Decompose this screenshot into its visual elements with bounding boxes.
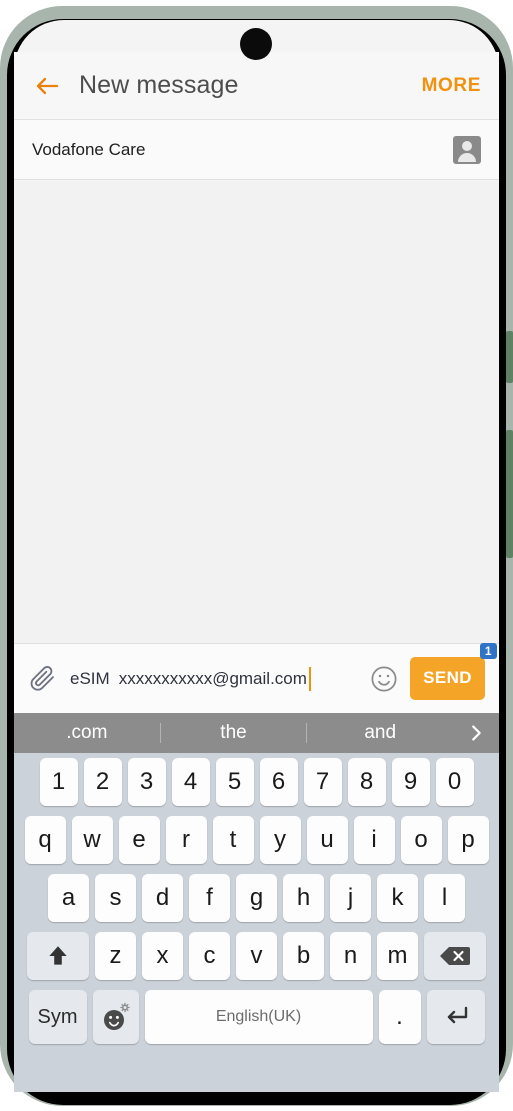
text-cursor xyxy=(308,666,311,691)
key-j[interactable]: j xyxy=(330,874,371,922)
keyboard-row-top: q w e r t y u i o p xyxy=(14,811,499,869)
compose-bar: eSIM xxxxxxxxxxx@gmail.com SEND 1 xyxy=(14,643,499,713)
key-9[interactable]: 9 xyxy=(391,758,430,806)
send-badge: 1 xyxy=(479,643,497,659)
message-text: xxxxxxxxxxx@gmail.com xyxy=(118,668,307,688)
key-a[interactable]: a xyxy=(48,874,89,922)
key-f[interactable]: f xyxy=(189,874,230,922)
key-c[interactable]: c xyxy=(189,932,230,980)
recipient-name: Vodafone Care xyxy=(32,139,146,159)
key-s[interactable]: s xyxy=(95,874,136,922)
sim-label: eSIM xyxy=(70,668,110,688)
conversation-body xyxy=(14,181,499,643)
key-o[interactable]: o xyxy=(400,816,442,864)
key-e[interactable]: e xyxy=(118,816,160,864)
key-m[interactable]: m xyxy=(377,932,418,980)
key-3[interactable]: 3 xyxy=(127,758,166,806)
key-d[interactable]: d xyxy=(142,874,183,922)
key-period[interactable]: . xyxy=(378,990,421,1044)
backspace-icon[interactable] xyxy=(424,932,486,980)
paperclip-icon[interactable] xyxy=(28,664,58,694)
key-7[interactable]: 7 xyxy=(303,758,342,806)
smiley-face-icon[interactable] xyxy=(369,664,399,694)
suggestion-0[interactable]: .com xyxy=(14,722,160,744)
message-input[interactable]: eSIM xxxxxxxxxxx@gmail.com xyxy=(70,666,363,691)
key-u[interactable]: u xyxy=(306,816,348,864)
keyboard-row-functions: Sym English(UK) . xyxy=(14,985,499,1049)
key-v[interactable]: v xyxy=(236,932,277,980)
key-g[interactable]: g xyxy=(236,874,277,922)
key-y[interactable]: y xyxy=(259,816,301,864)
key-r[interactable]: r xyxy=(165,816,207,864)
key-space[interactable]: English(UK) xyxy=(144,990,373,1044)
key-h[interactable]: h xyxy=(283,874,324,922)
key-n[interactable]: n xyxy=(330,932,371,980)
key-t[interactable]: t xyxy=(212,816,254,864)
emoji-settings-icon[interactable] xyxy=(92,990,139,1044)
suggestion-1[interactable]: the xyxy=(161,722,307,744)
key-sym[interactable]: Sym xyxy=(28,990,87,1044)
key-p[interactable]: p xyxy=(447,816,489,864)
key-i[interactable]: i xyxy=(353,816,395,864)
side-button-volume[interactable] xyxy=(506,331,513,383)
back-arrow-icon[interactable] xyxy=(32,71,62,101)
keyboard-row-home: a s d f g h j k l xyxy=(14,869,499,927)
key-z[interactable]: z xyxy=(95,932,136,980)
suggestion-2[interactable]: and xyxy=(307,722,453,744)
enter-return-icon[interactable] xyxy=(426,990,485,1044)
suggestion-bar: .com the and xyxy=(14,713,499,753)
more-button[interactable]: MORE xyxy=(422,75,481,97)
contact-person-icon[interactable] xyxy=(453,135,481,164)
key-b[interactable]: b xyxy=(283,932,324,980)
keyboard-row-bottom: z x c v b n m xyxy=(14,927,499,985)
front-camera-punch-hole xyxy=(240,28,272,60)
key-x[interactable]: x xyxy=(142,932,183,980)
key-w[interactable]: w xyxy=(71,816,113,864)
key-0[interactable]: 0 xyxy=(435,758,474,806)
send-button-label: SEND xyxy=(423,668,472,687)
shift-arrow-icon[interactable] xyxy=(27,932,89,980)
page-title: New message xyxy=(79,71,239,99)
send-button[interactable]: SEND 1 xyxy=(410,643,497,700)
key-8[interactable]: 8 xyxy=(347,758,386,806)
chevron-right-icon[interactable] xyxy=(453,722,499,744)
key-4[interactable]: 4 xyxy=(171,758,210,806)
key-q[interactable]: q xyxy=(24,816,66,864)
key-l[interactable]: l xyxy=(424,874,465,922)
keyboard-row-numbers: 1 2 3 4 5 6 7 8 9 0 xyxy=(14,753,499,811)
key-2[interactable]: 2 xyxy=(83,758,122,806)
key-5[interactable]: 5 xyxy=(215,758,254,806)
key-6[interactable]: 6 xyxy=(259,758,298,806)
on-screen-keyboard: .com the and 1 2 3 4 5 6 7 8 9 0 q w e r… xyxy=(14,713,499,1092)
recipient-row[interactable]: Vodafone Care xyxy=(14,120,499,180)
app-header: New message MORE xyxy=(14,52,499,120)
side-button-power[interactable] xyxy=(506,430,513,558)
key-k[interactable]: k xyxy=(377,874,418,922)
key-1[interactable]: 1 xyxy=(39,758,78,806)
